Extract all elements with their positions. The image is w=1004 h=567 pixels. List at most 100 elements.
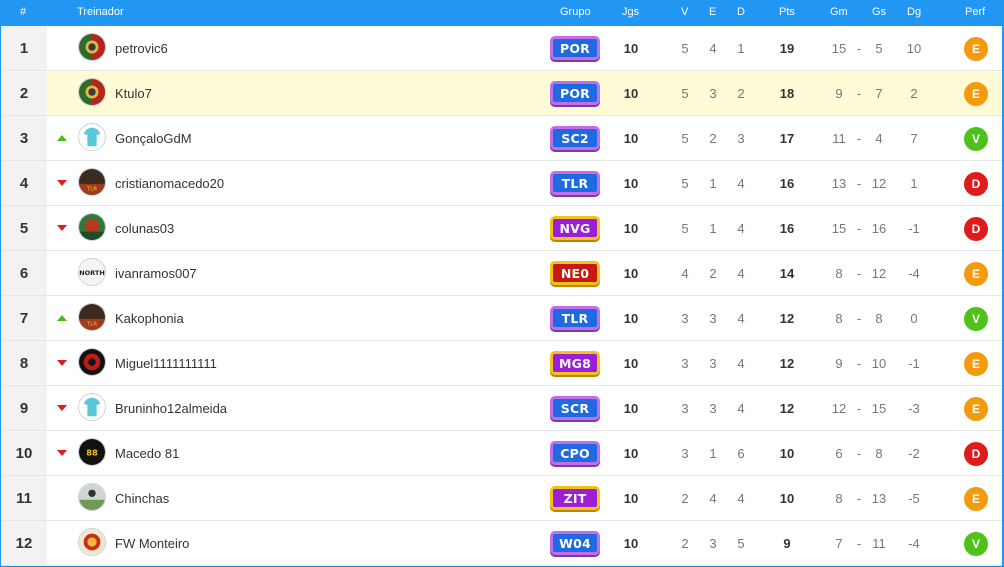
table-row[interactable]: 4 TLR cristianomacedo20 TLR 10 5 1 4 16 …	[1, 161, 1002, 206]
wins: 5	[681, 130, 689, 146]
goals-separator: -	[856, 310, 862, 326]
rank-number: 1	[1, 26, 47, 70]
avatar[interactable]: TLR	[78, 303, 106, 331]
losses: 2	[737, 85, 745, 101]
header-goals-for[interactable]: Gm	[830, 6, 848, 18]
goal-difference: -1	[908, 220, 920, 236]
losses: 3	[737, 130, 745, 146]
group-badge[interactable]: SC2	[550, 126, 600, 150]
group-badge[interactable]: POR	[550, 36, 600, 60]
goal-difference: -3	[908, 400, 920, 416]
performance-badge: E	[964, 352, 988, 376]
coach-name[interactable]: Bruninho12almeida	[115, 386, 227, 430]
points: 12	[779, 310, 795, 326]
goals-against: 10	[871, 355, 887, 371]
group-badge[interactable]: NE0	[550, 261, 600, 285]
avatar[interactable]	[78, 78, 106, 106]
points: 17	[779, 130, 795, 146]
group-badge[interactable]: MG8	[550, 351, 600, 375]
points: 10	[779, 445, 795, 461]
avatar[interactable]	[78, 348, 106, 376]
group-badge[interactable]: TLR	[550, 306, 600, 330]
table-header: # Treinador Grupo Jgs V E D Pts Gm Gs Dg…	[1, 0, 1002, 26]
avatar[interactable]	[78, 213, 106, 241]
wins: 2	[681, 490, 689, 506]
rank-number: 2	[1, 71, 47, 115]
coach-name[interactable]: petrovic6	[115, 26, 168, 70]
coach-name[interactable]: cristianomacedo20	[115, 161, 224, 205]
goals-separator: -	[856, 175, 862, 191]
avatar[interactable]	[78, 528, 106, 556]
avatar[interactable]: TLR	[78, 168, 106, 196]
avatar[interactable]	[78, 393, 106, 421]
points: 12	[779, 355, 795, 371]
avatar[interactable]	[78, 33, 106, 61]
coach-name[interactable]: FW Monteiro	[115, 521, 189, 565]
header-draws[interactable]: E	[709, 6, 716, 18]
trend-up-icon	[57, 135, 67, 141]
goal-difference: 7	[910, 130, 918, 146]
coach-name[interactable]: ivanramos007	[115, 251, 197, 295]
rank-number: 8	[1, 341, 47, 385]
table-row[interactable]: 2 Ktulo7 POR 10 5 3 2 18 9 - 7 2 E	[1, 71, 1002, 116]
draws: 2	[709, 130, 717, 146]
goals-against: 12	[871, 265, 887, 281]
table-row[interactable]: 6 NORTH ivanramos007 NE0 10 4 2 4 14 8 -…	[1, 251, 1002, 296]
avatar[interactable]: NORTH	[78, 258, 106, 286]
avatar[interactable]	[78, 483, 106, 511]
losses: 1	[737, 40, 745, 56]
coach-name[interactable]: Ktulo7	[115, 71, 152, 115]
header-losses[interactable]: D	[737, 6, 745, 18]
draws: 3	[709, 85, 717, 101]
coach-name[interactable]: Miguel1111111111	[115, 341, 217, 385]
group-badge[interactable]: SCR	[550, 396, 600, 420]
table-row[interactable]: 11 Chinchas ZIT 10 2 4 4 10 8 - 13 -5 E	[1, 476, 1002, 521]
group-badge[interactable]: W04	[550, 531, 600, 555]
table-row[interactable]: 5 colunas03 NVG 10 5 1 4 16 15 - 16 -1 D	[1, 206, 1002, 251]
coach-name[interactable]: colunas03	[115, 206, 174, 250]
losses: 4	[737, 490, 745, 506]
header-points[interactable]: Pts	[779, 6, 795, 18]
rank-number: 4	[1, 161, 47, 205]
coach-name[interactable]: Macedo 81	[115, 431, 179, 475]
performance-badge: V	[964, 307, 988, 331]
losses: 4	[737, 400, 745, 416]
goals-separator: -	[856, 445, 862, 461]
table-row[interactable]: 12 FW Monteiro W04 10 2 3 5 9 7 - 11 -4 …	[1, 521, 1002, 566]
group-badge[interactable]: NVG	[550, 216, 600, 240]
rank-number: 10	[1, 431, 47, 475]
avatar[interactable]	[78, 123, 106, 151]
avatar[interactable]: 88	[78, 438, 106, 466]
group-badge[interactable]: CPO	[550, 441, 600, 465]
games-played: 10	[623, 355, 639, 371]
goals-for: 13	[831, 175, 847, 191]
header-wins[interactable]: V	[681, 6, 688, 18]
header-goals-against[interactable]: Gs	[872, 6, 886, 18]
trend-down-icon	[57, 180, 67, 186]
header-performance[interactable]: Perf	[965, 6, 985, 18]
table-row[interactable]: 1 petrovic6 POR 10 5 4 1 19 15 - 5 10 E	[1, 26, 1002, 71]
table-row[interactable]: 10 88 Macedo 81 CPO 10 3 1 6 10 6 - 8 -2…	[1, 431, 1002, 476]
header-coach[interactable]: Treinador	[77, 6, 124, 18]
games-played: 10	[623, 445, 639, 461]
group-badge[interactable]: TLR	[550, 171, 600, 195]
group-badge[interactable]: ZIT	[550, 486, 600, 510]
header-group[interactable]: Grupo	[560, 6, 591, 18]
table-row[interactable]: 8 Miguel1111111111 MG8 10 3 3 4 12 9 - 1…	[1, 341, 1002, 386]
goals-for: 9	[835, 85, 843, 101]
goals-for: 9	[835, 355, 843, 371]
header-goal-diff[interactable]: Dg	[907, 6, 921, 18]
header-games[interactable]: Jgs	[622, 6, 639, 18]
table-row[interactable]: 9 Bruninho12almeida SCR 10 3 3 4 12 12 -…	[1, 386, 1002, 431]
table-row[interactable]: 7 TLR Kakophonia TLR 10 3 3 4 12 8 - 8 0…	[1, 296, 1002, 341]
wins: 2	[681, 535, 689, 551]
goals-separator: -	[856, 535, 862, 551]
table-row[interactable]: 3 GonçaloGdM SC2 10 5 2 3 17 11 - 4 7 V	[1, 116, 1002, 161]
performance-badge: E	[964, 37, 988, 61]
group-badge[interactable]: POR	[550, 81, 600, 105]
coach-name[interactable]: Kakophonia	[115, 296, 184, 340]
games-played: 10	[623, 310, 639, 326]
performance-badge: V	[964, 127, 988, 151]
coach-name[interactable]: Chinchas	[115, 476, 169, 520]
coach-name[interactable]: GonçaloGdM	[115, 116, 192, 160]
